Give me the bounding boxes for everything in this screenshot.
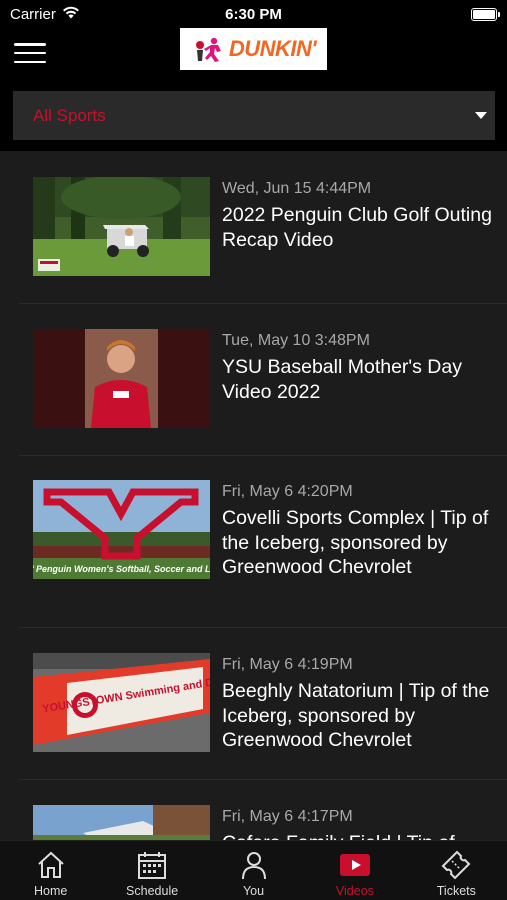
wifi-icon xyxy=(62,5,80,23)
person-icon xyxy=(241,852,266,880)
video-thumbnail xyxy=(33,177,210,276)
video-play-icon xyxy=(339,854,370,876)
video-title: Covelli Sports Complex | Tip of the Iceb… xyxy=(222,507,489,578)
video-thumbnail: Home of Penguin Women's Softball, Soccer… xyxy=(33,480,210,579)
filter-area: All Sports xyxy=(0,80,507,151)
hamburger-menu-icon[interactable] xyxy=(14,40,46,66)
video-meta: Fri, May 6 4:20PM Covelli Sports Complex… xyxy=(222,482,497,580)
tab-schedule[interactable]: Schedule xyxy=(101,841,202,900)
running-penguin-icon xyxy=(195,37,221,62)
tab-you[interactable]: You xyxy=(203,841,304,900)
status-bar: Carrier 6:30 PM xyxy=(0,0,507,28)
status-left: Carrier xyxy=(10,5,80,23)
battery-icon xyxy=(471,7,500,21)
video-item[interactable]: Home of Penguin Women's Softball, Soccer… xyxy=(19,456,507,628)
thumb-caption: Home of Penguin Women's Softball, Soccer… xyxy=(33,564,210,574)
carrier-label: Carrier xyxy=(10,5,56,23)
video-meta: Fri, May 6 4:19PM Beeghly Natatorium | T… xyxy=(222,655,497,753)
tab-bar: Home Schedule You Videos Tickets xyxy=(0,840,507,900)
sponsor-logo[interactable]: DUNKIN' xyxy=(180,28,327,70)
video-item[interactable]: Fri, May 6 4:17PM Cafaro Family Field | … xyxy=(19,780,507,840)
tab-videos-label: Videos xyxy=(335,884,374,898)
video-title: YSU Baseball Mother's Day Video 2022 xyxy=(222,356,462,403)
home-icon xyxy=(38,851,64,878)
video-title: Cafaro Family Field | Tip of xyxy=(222,831,497,840)
logo-text: DUNKIN' xyxy=(228,36,317,61)
ticket-icon xyxy=(441,850,471,880)
tab-you-label: You xyxy=(242,884,265,898)
video-date: Fri, May 6 4:17PM xyxy=(222,808,353,825)
tab-tickets[interactable]: Tickets xyxy=(406,841,507,900)
video-date: Tue, May 10 3:48PM xyxy=(222,332,370,349)
video-title: 2022 Penguin Club Golf Outing Recap Vide… xyxy=(222,204,492,251)
tab-home-label: Home xyxy=(34,884,68,898)
video-title: Beeghly Natatorium | Tip of the Iceberg,… xyxy=(222,680,490,751)
video-date: Wed, Jun 15 4:44PM xyxy=(222,180,372,197)
video-item[interactable]: Tue, May 10 3:48PM YSU Baseball Mother's… xyxy=(19,304,507,456)
tab-videos[interactable]: Videos xyxy=(304,841,405,900)
video-date: Fri, May 6 4:19PM xyxy=(222,656,353,673)
tab-tickets-label: Tickets xyxy=(436,884,476,898)
sport-filter-dropdown[interactable]: All Sports xyxy=(13,91,495,140)
tab-schedule-label: Schedule xyxy=(126,884,179,898)
video-date: Fri, May 6 4:20PM xyxy=(222,483,353,500)
video-item[interactable]: Wed, Jun 15 4:44PM 2022 Penguin Club Gol… xyxy=(19,151,507,304)
sport-filter-value: All Sports xyxy=(33,105,106,125)
nav-bar: DUNKIN' xyxy=(0,28,507,80)
video-item[interactable]: YOUNGSTOWN Swimming and Diving Fri, May … xyxy=(19,628,507,780)
video-meta: Fri, May 6 4:17PM Cafaro Family Field | … xyxy=(222,807,497,840)
chevron-down-icon xyxy=(475,112,487,119)
video-thumbnail: YOUNGSTOWN Swimming and Diving xyxy=(33,653,210,752)
video-meta: Tue, May 10 3:48PM YSU Baseball Mother's… xyxy=(222,331,497,404)
video-thumbnail xyxy=(33,329,210,428)
video-thumbnail xyxy=(33,805,210,840)
tab-home[interactable]: Home xyxy=(0,841,101,900)
video-meta: Wed, Jun 15 4:44PM 2022 Penguin Club Gol… xyxy=(222,179,497,252)
calendar-icon xyxy=(138,852,167,879)
video-list[interactable]: Wed, Jun 15 4:44PM 2022 Penguin Club Gol… xyxy=(0,151,507,840)
